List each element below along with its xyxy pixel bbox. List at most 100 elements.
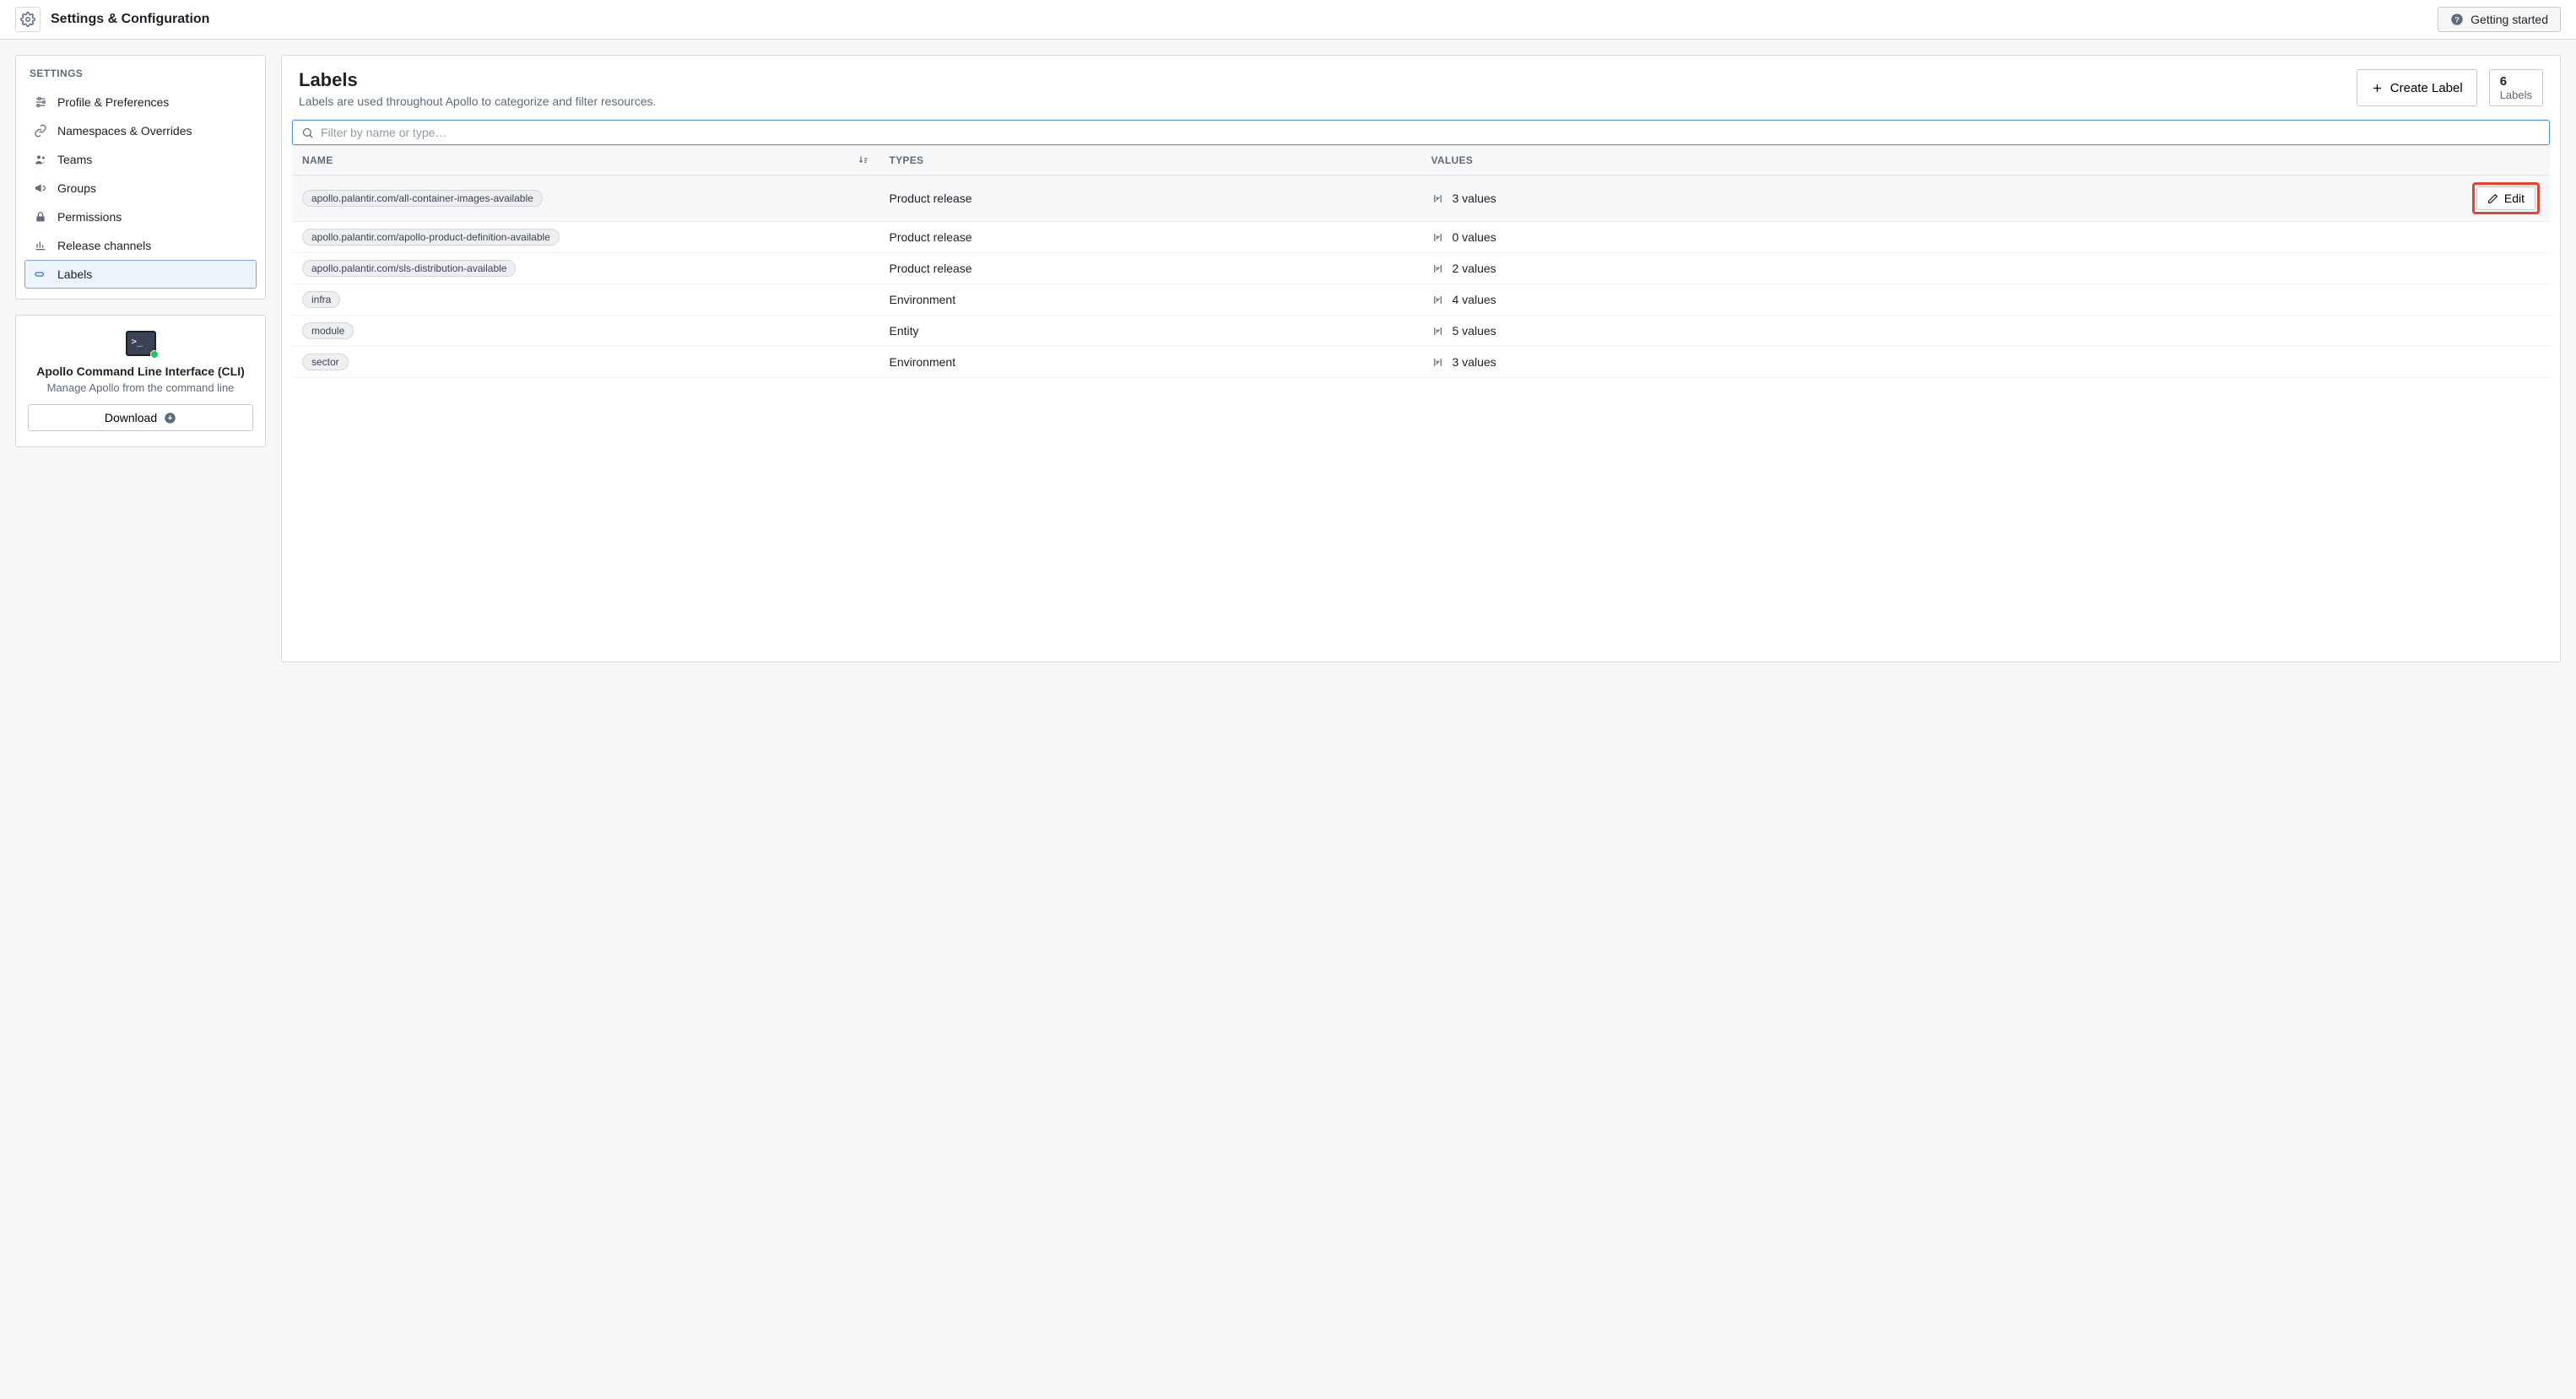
values-icon [1431, 294, 1444, 306]
sidebar-item-labels[interactable]: Labels [24, 260, 257, 289]
values-icon [1431, 325, 1444, 338]
column-header-name[interactable]: NAME [292, 146, 879, 176]
search-icon [301, 127, 314, 139]
main-header: Labels Labels are used throughout Apollo… [282, 56, 2560, 120]
table-wrap: NAME TYPES VALUES [282, 120, 2560, 388]
labels-count-box: 6 Labels [2489, 69, 2543, 106]
sort-icon[interactable] [858, 154, 869, 166]
labels-count-number: 6 [2500, 74, 2507, 89]
download-button[interactable]: Download [28, 404, 253, 431]
status-dot-icon [150, 350, 159, 359]
label-icon [34, 267, 47, 281]
column-header-actions [2462, 146, 2550, 176]
sidebar-item-profile-preferences[interactable]: Profile & Preferences [24, 88, 257, 116]
column-values-label: VALUES [1431, 154, 1474, 166]
filter-box[interactable] [292, 120, 2550, 145]
label-tag: module [302, 322, 354, 339]
type-cell: Product release [879, 253, 1421, 284]
values-text: 3 values [1453, 192, 1496, 205]
table-row[interactable]: sector Environment 3 values [292, 347, 2550, 378]
filter-input[interactable] [321, 126, 2541, 139]
column-name-label: NAME [302, 154, 333, 166]
values-text: 4 values [1453, 293, 1496, 306]
type-cell: Environment [879, 347, 1421, 378]
chart-icon [34, 239, 47, 252]
type-cell: Product release [879, 222, 1421, 253]
people-icon [34, 153, 47, 166]
header-actions: Create Label 6 Labels [2357, 69, 2543, 106]
values-text: 5 values [1453, 324, 1496, 338]
getting-started-label: Getting started [2470, 13, 2548, 26]
label-tag: apollo.palantir.com/sls-distribution-ava… [302, 260, 516, 277]
sidebar-item-label: Profile & Preferences [57, 95, 169, 109]
table-row[interactable]: apollo.palantir.com/sls-distribution-ava… [292, 253, 2550, 284]
labels-count-label: Labels [2500, 89, 2532, 101]
values-icon [1431, 192, 1444, 205]
cli-illustration [28, 331, 253, 356]
cli-panel: Apollo Command Line Interface (CLI) Mana… [15, 315, 266, 447]
values-icon [1431, 356, 1444, 369]
sidebar-item-release-channels[interactable]: Release channels [24, 231, 257, 260]
main-description: Labels are used throughout Apollo to cat… [299, 95, 656, 108]
sidebar-item-permissions[interactable]: Permissions [24, 203, 257, 231]
type-cell: Product release [879, 176, 1421, 222]
column-header-types[interactable]: TYPES [879, 146, 1421, 176]
create-label-text: Create Label [2390, 81, 2463, 95]
sidebar-item-label: Release channels [57, 239, 151, 252]
sidebar-item-label: Teams [57, 153, 92, 166]
cli-subtitle: Manage Apollo from the command line [28, 381, 253, 394]
settings-panel: SETTINGS Profile & Preferences Namespaces… [15, 55, 266, 300]
sidebar-item-label: Permissions [57, 210, 122, 224]
page-header-title: Settings & Configuration [51, 12, 209, 27]
values-text: 0 values [1453, 230, 1496, 244]
values-text: 2 values [1453, 262, 1496, 275]
cli-title: Apollo Command Line Interface (CLI) [28, 365, 253, 378]
label-tag: sector [302, 354, 349, 370]
top-bar-left: Settings & Configuration [15, 7, 209, 32]
sidebar-item-label: Groups [57, 181, 96, 195]
sidebar-item-label: Namespaces & Overrides [57, 124, 192, 138]
labels-table: NAME TYPES VALUES [292, 145, 2550, 378]
sidebar-item-namespaces-overrides[interactable]: Namespaces & Overrides [24, 116, 257, 145]
main: Labels Labels are used throughout Apollo… [281, 55, 2561, 662]
megaphone-icon [34, 181, 47, 195]
values-icon [1431, 231, 1444, 244]
top-bar: Settings & Configuration ? Getting start… [0, 0, 2576, 40]
label-tag: apollo.palantir.com/apollo-product-defin… [302, 229, 560, 246]
create-label-button[interactable]: Create Label [2357, 69, 2477, 106]
main-header-text: Labels Labels are used throughout Apollo… [299, 69, 656, 108]
help-icon: ? [2450, 13, 2464, 26]
column-types-label: TYPES [890, 154, 924, 166]
sidebar-item-teams[interactable]: Teams [24, 145, 257, 174]
values-icon [1431, 262, 1444, 275]
main-panel: Labels Labels are used throughout Apollo… [281, 55, 2561, 662]
edit-label: Edit [2504, 192, 2525, 205]
table-row[interactable]: apollo.palantir.com/apollo-product-defin… [292, 222, 2550, 253]
sidebar-item-groups[interactable]: Groups [24, 174, 257, 203]
link-icon [34, 124, 47, 138]
getting-started-button[interactable]: ? Getting started [2438, 7, 2561, 32]
svg-text:?: ? [2454, 15, 2460, 24]
nav-list: Profile & Preferences Namespaces & Overri… [16, 88, 265, 299]
column-header-values[interactable]: VALUES [1421, 146, 2462, 176]
label-tag: infra [302, 291, 340, 308]
table-row[interactable]: infra Environment 4 values [292, 284, 2550, 316]
main-title: Labels [299, 69, 656, 91]
values-text: 3 values [1453, 355, 1496, 369]
sliders-icon [34, 95, 47, 109]
download-icon [164, 412, 176, 424]
settings-heading: SETTINGS [16, 56, 265, 88]
lock-icon [34, 210, 47, 224]
edit-button[interactable]: Edit [2476, 186, 2535, 210]
label-tag: apollo.palantir.com/all-container-images… [302, 190, 543, 207]
pencil-icon [2487, 193, 2498, 204]
sidebar: SETTINGS Profile & Preferences Namespaces… [15, 55, 266, 447]
type-cell: Entity [879, 316, 1421, 347]
download-label: Download [105, 411, 157, 424]
plus-icon [2371, 82, 2384, 95]
table-row[interactable]: apollo.palantir.com/all-container-images… [292, 176, 2550, 222]
table-row[interactable]: module Entity 5 values [292, 316, 2550, 347]
edit-highlight: Edit [2472, 182, 2540, 214]
type-cell: Environment [879, 284, 1421, 316]
sidebar-item-label: Labels [57, 267, 92, 281]
